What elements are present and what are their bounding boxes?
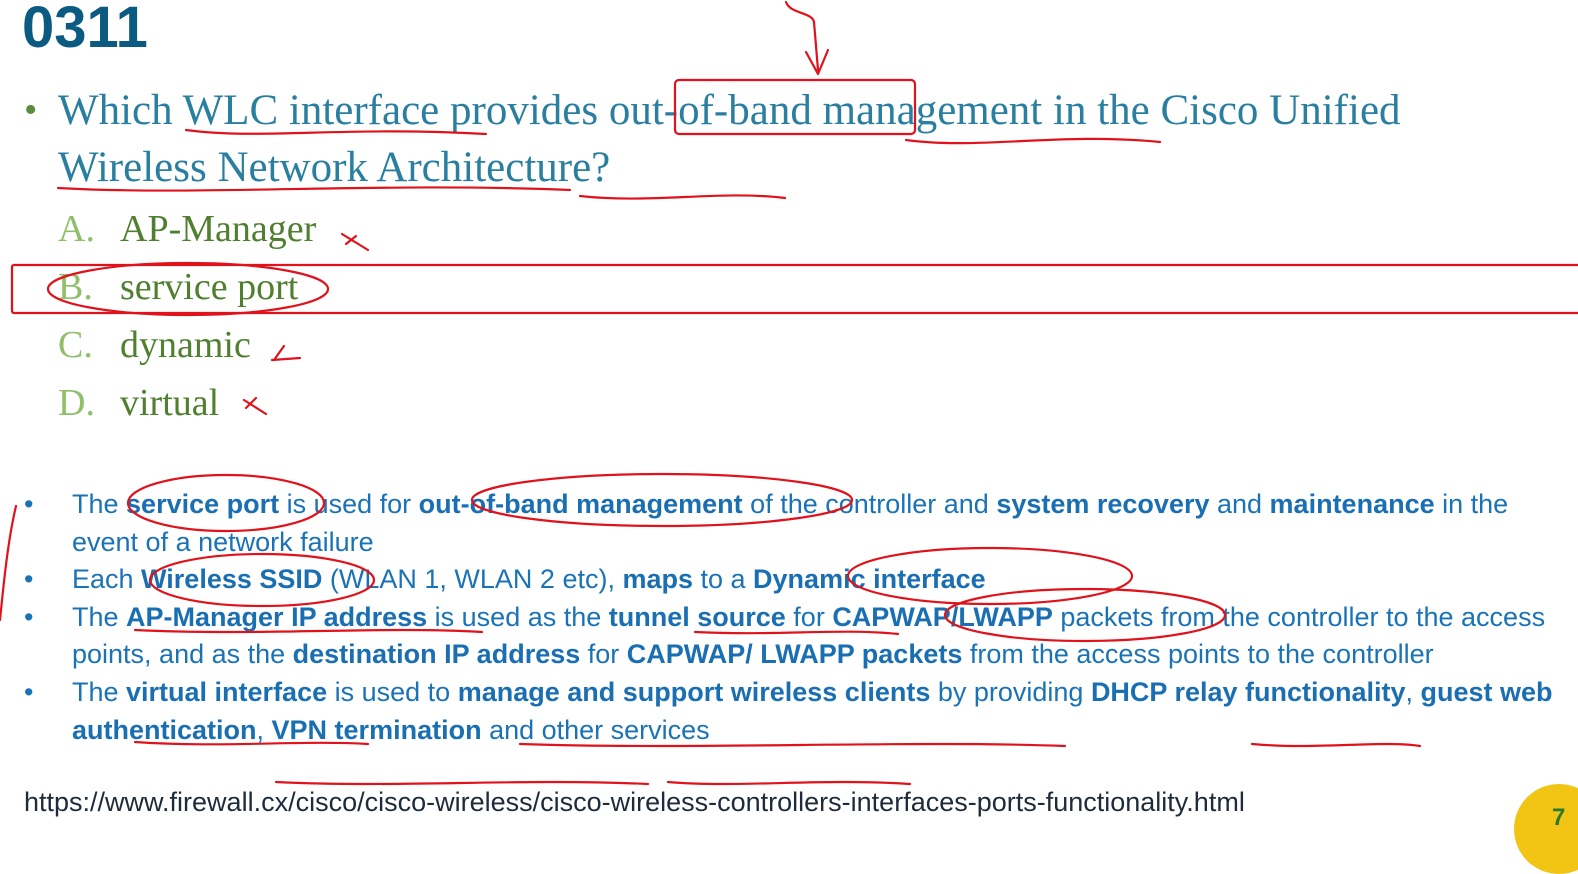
note-term: service port (126, 489, 280, 519)
logo-badge: 7 (1514, 784, 1578, 874)
note-text: The (72, 489, 127, 519)
question-text: Which WLC interface provides out-of-band… (58, 87, 1401, 191)
source-link[interactable]: https://www.firewall.cx/cisco/cisco-wire… (24, 787, 1245, 818)
note-text: The (72, 601, 127, 632)
question: • Which WLC interface provides out-of-ba… (24, 82, 1524, 196)
note-bullet: • (24, 564, 34, 595)
answer-options: A. AP-Manager B. service port C. dynamic D.… (58, 200, 316, 432)
option-text: service port (120, 266, 299, 308)
arrow-annotation (784, 0, 830, 76)
note-term: destination IP address (292, 639, 581, 670)
option-text: dynamic (120, 324, 251, 366)
note-bullet: • (24, 676, 34, 707)
note-text: to a (693, 564, 754, 595)
option-a[interactable]: A. AP-Manager (58, 200, 316, 258)
note-text: The (72, 676, 127, 707)
note-ssid: • Each Wireless SSID (WLAN 1, WLAN 2 etc)… (24, 561, 1569, 599)
note-term: maintenance (1269, 489, 1435, 519)
explanation-notes: • The service port is used for out-of-ban… (24, 486, 1569, 749)
note-text: , (256, 714, 272, 745)
note-text: Each (72, 564, 142, 595)
option-letter: A. (58, 208, 95, 250)
note-text: of the controller and (742, 489, 997, 519)
note-text: is used for (279, 489, 419, 519)
note-text: is used to (327, 676, 458, 707)
note-text: and (1209, 489, 1270, 519)
note-term: maps (622, 564, 693, 595)
note-term: out-of-band management (418, 489, 743, 519)
margin-line (0, 504, 18, 622)
note-text: from the access points to the controller (962, 639, 1434, 670)
note-text: for (580, 639, 627, 670)
note-term: DHCP relay functionality (1090, 676, 1406, 707)
note-bullet: • (24, 489, 34, 519)
note-bullet: • (24, 601, 34, 632)
note-term: CAPWAP/LWAPP (832, 601, 1053, 632)
badge-text: 7 (1552, 804, 1566, 831)
option-letter: D. (58, 382, 95, 424)
note-text: (WLAN 1, WLAN 2 etc), (322, 564, 623, 595)
note-term: tunnel source (608, 601, 786, 632)
note-term: AP-Manager IP address (126, 601, 428, 632)
note-term: VPN termination (271, 714, 482, 745)
underline-vpn (666, 780, 912, 786)
note-text: by providing (930, 676, 1091, 707)
note-ap-manager: • The AP-Manager IP address is used as th… (24, 599, 1569, 674)
option-letter: C. (58, 324, 93, 366)
cross-a (340, 232, 370, 252)
note-service-port: • The service port is used for out-of-ban… (24, 486, 1569, 561)
note-text: is used as the (427, 601, 609, 632)
option-text: virtual (120, 382, 220, 424)
slide-title: 0311 (22, 0, 148, 60)
option-b[interactable]: B. service port (58, 258, 316, 316)
note-text: , (1405, 676, 1421, 707)
option-letter: B. (58, 266, 93, 308)
note-virtual: • The virtual interface is used to manage… (24, 674, 1569, 749)
question-bullet: • (24, 89, 38, 131)
note-term: Wireless SSID (141, 564, 323, 595)
note-term: manage and support wireless clients (457, 676, 931, 707)
underline-guest (274, 780, 650, 786)
note-term: virtual interface (126, 676, 328, 707)
note-term: CAPWAP/ LWAPP packets (626, 639, 963, 670)
note-text: and other services (481, 714, 710, 745)
note-text: for (785, 601, 833, 632)
option-d[interactable]: D. virtual (58, 374, 316, 432)
option-c[interactable]: C. dynamic (58, 316, 316, 374)
note-term: Dynamic interface (753, 564, 986, 595)
note-term: system recovery (996, 489, 1210, 519)
option-text: AP-Manager (120, 208, 317, 250)
